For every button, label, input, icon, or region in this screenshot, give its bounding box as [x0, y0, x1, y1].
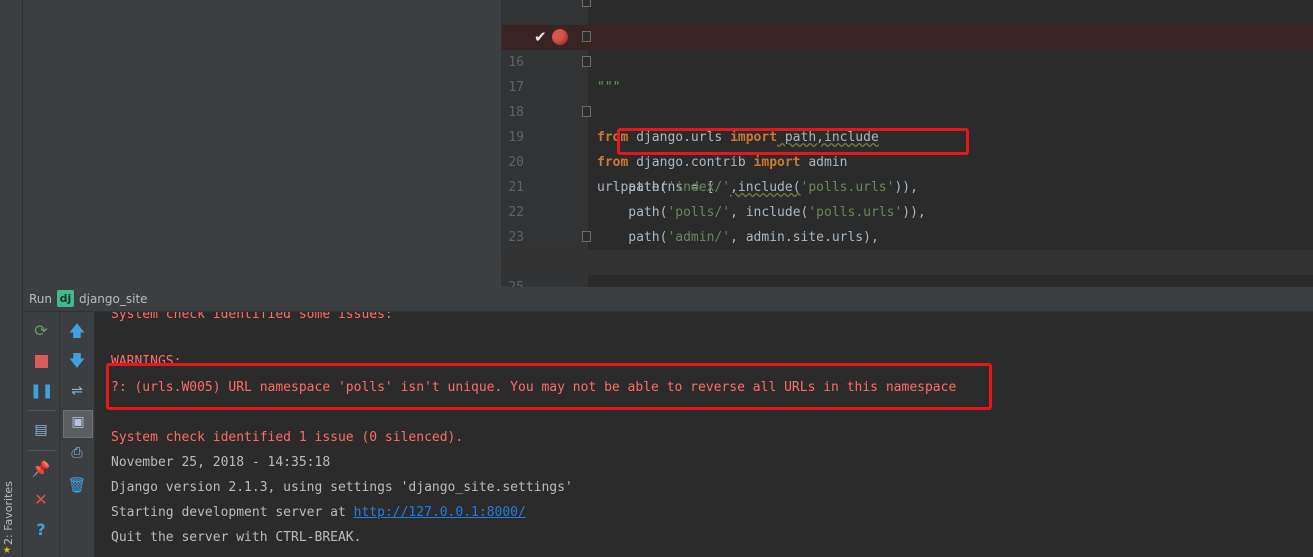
favorites-tab[interactable]: 2: Favorites: [2, 478, 20, 548]
annotation-box-console: [106, 363, 992, 410]
run-config-tab[interactable]: django_site: [79, 292, 148, 306]
console-text: Starting development server at: [111, 505, 354, 520]
annotation-box-editor: [617, 128, 969, 155]
run-label: Run: [29, 292, 53, 306]
run-toolbar-primary: ⟳ ❚❚ ▤ 📌 ✕ ?: [23, 312, 60, 557]
console-line: November 25, 2018 - 14:35:18: [111, 455, 331, 470]
code-line-15[interactable]: 15 """: [502, 0, 1313, 95]
breakpoint-icon[interactable]: [552, 29, 568, 45]
console-line: Quit the server with CTRL-BREAK.: [111, 530, 362, 545]
code-line-19[interactable]: 19 urlpatterns = [: [502, 100, 1313, 195]
fold-icon[interactable]: [582, 56, 591, 67]
code-line-16[interactable]: 16 ✔ from django.contrib import admin: [502, 25, 1313, 170]
code-line-17[interactable]: 17 from django.urls import path,include: [502, 50, 1313, 145]
dump-threads-icon[interactable]: ▤: [30, 419, 52, 441]
fold-icon[interactable]: [582, 0, 591, 7]
rerun-icon[interactable]: ⟳: [30, 320, 52, 342]
console-output[interactable]: System check identified some issues: WAR…: [95, 312, 1313, 557]
pause-icon[interactable]: ❚❚: [30, 380, 53, 402]
code-line-22[interactable]: 22 path('admin/', admin.site.urls),: [502, 175, 1313, 245]
arrow-down-icon[interactable]: 🡇: [66, 350, 88, 372]
toolbar-divider: [27, 450, 55, 451]
check-icon: ✔: [534, 28, 547, 46]
help-icon[interactable]: ?: [30, 519, 52, 541]
django-icon: dj: [57, 290, 74, 307]
code-line-25[interactable]: 25: [502, 250, 1313, 295]
favorites-strip: 2: Favorites ★: [0, 0, 23, 557]
star-icon[interactable]: ★: [3, 542, 11, 557]
code-line-23[interactable]: 23: [502, 200, 1313, 245]
run-tool-header: Run dj django_site: [23, 287, 1313, 312]
code-line-24[interactable]: 24 ]: [502, 225, 1313, 320]
console-line: Starting development server at http://12…: [111, 500, 526, 525]
console-line: System check identified 1 issue (0 silen…: [111, 430, 464, 445]
project-pane: [23, 0, 502, 287]
run-toolbar-secondary: 🡅 🡇 ⇌ ▣ ⎙ 🗑: [60, 312, 95, 557]
code-editor[interactable]: 15 """ 16 ✔ from django.contrib import a…: [502, 0, 1313, 320]
fold-icon[interactable]: [582, 31, 591, 42]
fold-icon[interactable]: [582, 106, 591, 117]
console-line: System check identified some issues:: [111, 312, 393, 322]
server-url-link[interactable]: http://127.0.0.1:8000/: [354, 505, 526, 520]
fold-icon[interactable]: [582, 231, 591, 242]
close-icon[interactable]: ✕: [30, 489, 52, 511]
console-line: Django version 2.1.3, using settings 'dj…: [111, 480, 573, 495]
trash-icon[interactable]: 🗑: [66, 474, 88, 496]
code-line-18[interactable]: 18: [502, 75, 1313, 120]
stop-icon[interactable]: [30, 350, 52, 372]
pin-icon[interactable]: 📌: [30, 458, 52, 480]
arrow-up-icon[interactable]: 🡅: [66, 320, 88, 342]
soft-wrap-icon[interactable]: ⇌: [66, 380, 88, 402]
scroll-to-end-icon[interactable]: ▣: [63, 410, 93, 438]
toolbar-divider: [27, 410, 55, 411]
print-icon[interactable]: ⎙: [66, 442, 88, 464]
